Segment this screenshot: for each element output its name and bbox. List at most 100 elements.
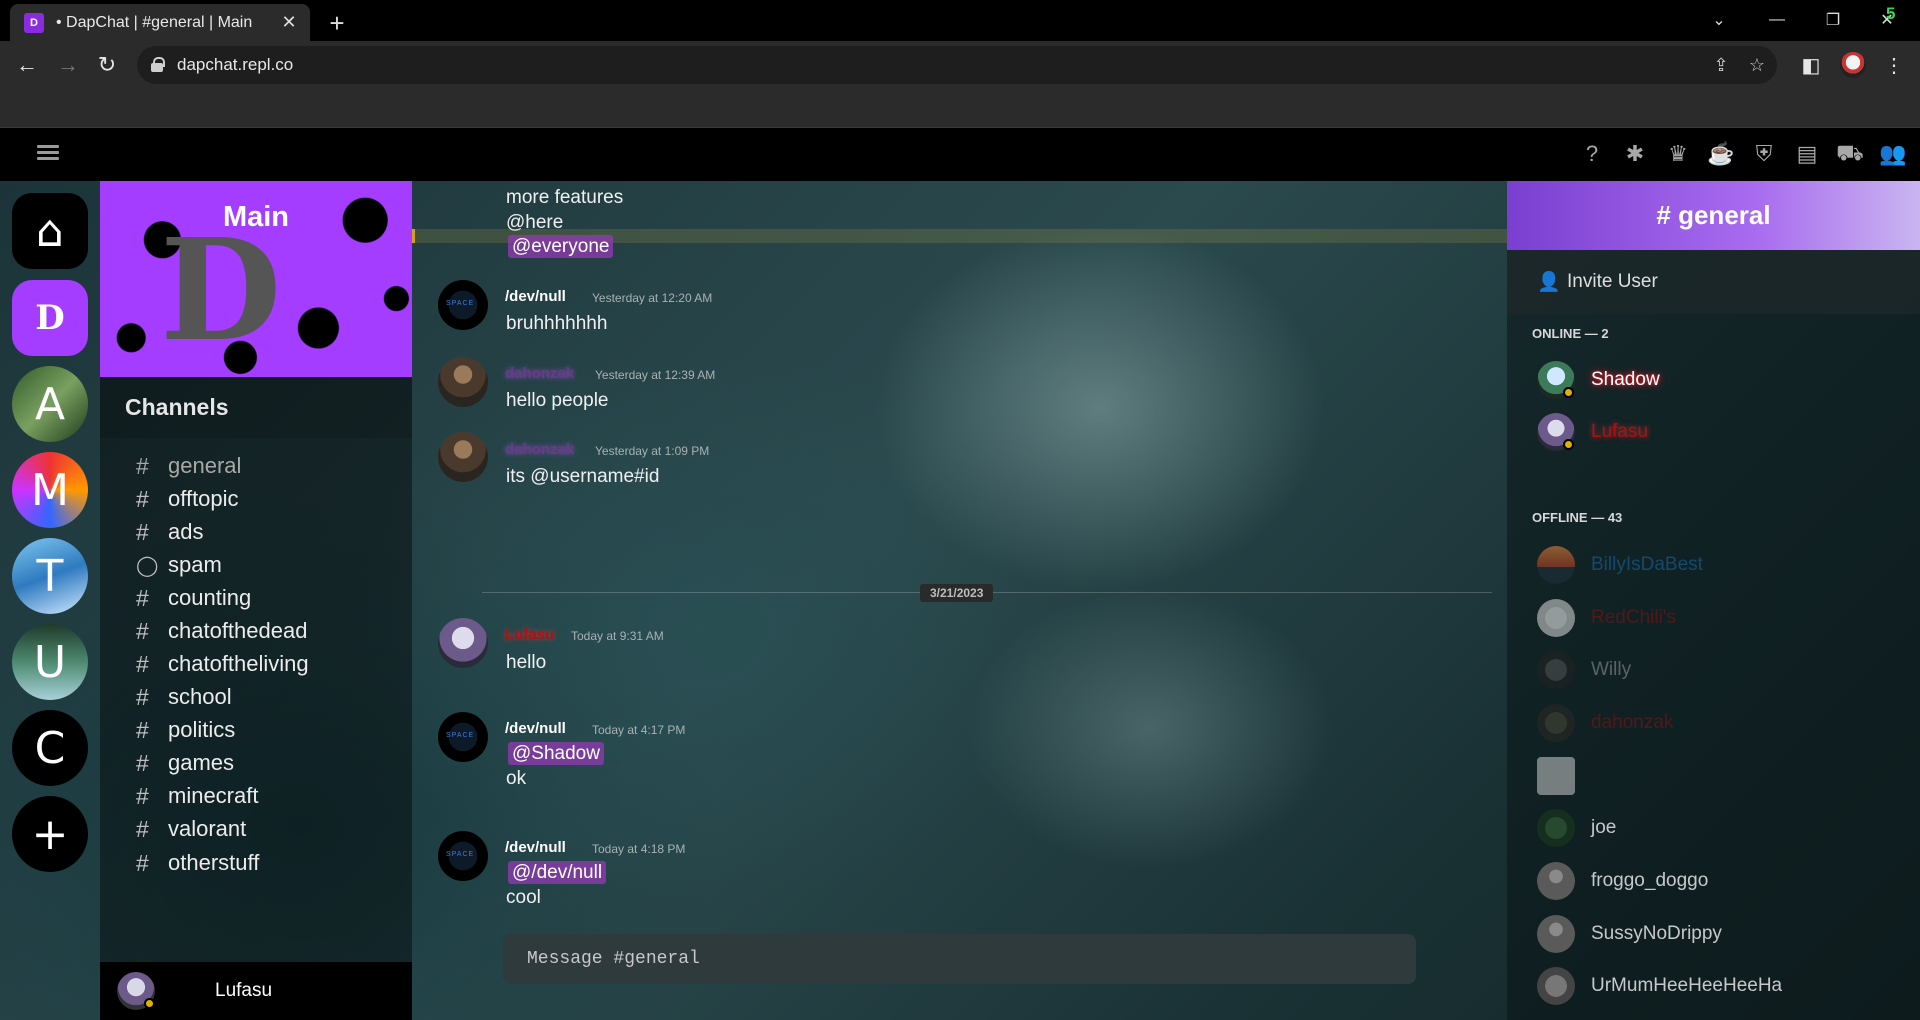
tab-search-icon[interactable]: ⌄ bbox=[1704, 6, 1734, 34]
back-icon[interactable]: ← bbox=[13, 51, 41, 79]
channel-school[interactable]: # school bbox=[136, 681, 232, 713]
server-a[interactable]: A bbox=[12, 366, 88, 442]
url-text[interactable]: dapchat.repl.co bbox=[177, 55, 293, 75]
trophy-icon[interactable]: ♛ bbox=[1665, 140, 1691, 168]
user-panel[interactable]: Lufasu bbox=[100, 962, 412, 1020]
server-u[interactable]: U bbox=[12, 624, 88, 700]
hash-icon: # bbox=[136, 452, 149, 479]
shield-icon[interactable]: ⛨ bbox=[1751, 140, 1777, 168]
hash-icon: # bbox=[136, 716, 149, 743]
server-main[interactable]: D bbox=[12, 280, 88, 356]
avatar[interactable] bbox=[438, 712, 488, 762]
server-name: Main bbox=[222, 201, 290, 233]
server-t[interactable]: T bbox=[12, 538, 88, 614]
minimize-icon[interactable]: — bbox=[1762, 6, 1792, 34]
hash-icon: # bbox=[136, 815, 149, 842]
avatar[interactable] bbox=[438, 618, 488, 668]
menu-icon[interactable] bbox=[37, 142, 59, 164]
message-text: ok bbox=[506, 768, 527, 789]
invite-user-button[interactable]: 👤 Invite User bbox=[1507, 250, 1920, 314]
add-server-button[interactable]: + bbox=[12, 796, 88, 872]
member-item[interactable]: dahonzak bbox=[1537, 703, 1673, 743]
channel-sidebar: D Main Channels # general # offtopic # ads … bbox=[100, 181, 412, 1020]
cart-icon[interactable]: ⛟ bbox=[1836, 140, 1864, 168]
message-author[interactable]: Lufasu bbox=[505, 626, 554, 643]
channel-offtopic[interactable]: # offtopic bbox=[136, 483, 239, 515]
channel-counting[interactable]: # counting bbox=[136, 582, 251, 614]
avatar[interactable] bbox=[438, 280, 488, 330]
message-author[interactable]: /dev/null bbox=[505, 839, 566, 856]
profile-avatar[interactable] bbox=[1840, 52, 1866, 78]
channel-spam[interactable]: ◯ spam bbox=[136, 549, 222, 581]
address-bar[interactable]: dapchat.repl.co ⇪ ☆ bbox=[137, 46, 1777, 84]
member-item[interactable]: Shadow bbox=[1537, 360, 1660, 400]
bug-icon[interactable]: ✱ bbox=[1622, 140, 1648, 168]
home-button[interactable]: ⌂ bbox=[12, 193, 88, 269]
avatar bbox=[1537, 862, 1575, 900]
forward-icon[interactable]: → bbox=[54, 51, 82, 79]
message-author[interactable]: dahonzak bbox=[505, 365, 574, 382]
member-item[interactable]: froggo_doggo bbox=[1537, 861, 1708, 901]
server-c[interactable]: C bbox=[12, 710, 88, 786]
mention-user[interactable]: @Shadow bbox=[508, 742, 604, 765]
side-panel-icon[interactable]: ◧ bbox=[1797, 51, 1825, 79]
message-author[interactable]: /dev/null bbox=[505, 288, 566, 305]
restore-icon[interactable]: ❐ bbox=[1818, 6, 1848, 34]
home-icon: ⌂ bbox=[36, 205, 64, 257]
avatar[interactable] bbox=[438, 357, 488, 407]
message-author[interactable]: dahonzak bbox=[505, 441, 574, 458]
member-item[interactable] bbox=[1537, 756, 1591, 796]
hash-icon: # bbox=[136, 849, 149, 876]
member-item[interactable]: RedChili's bbox=[1537, 598, 1676, 638]
new-tab-button[interactable]: + bbox=[322, 8, 352, 38]
help-icon[interactable]: ? bbox=[1579, 140, 1605, 168]
member-item[interactable]: Lufasu bbox=[1537, 412, 1648, 452]
avatar bbox=[1537, 651, 1575, 689]
member-item[interactable]: BillyIsDaBest bbox=[1537, 545, 1703, 585]
member-item[interactable]: UrMumHeeHeeHeeHa bbox=[1537, 966, 1782, 1006]
server-m[interactable]: M bbox=[12, 452, 88, 528]
bookmark-star-icon[interactable]: ☆ bbox=[1745, 53, 1769, 77]
add-user-icon: 👤 bbox=[1537, 272, 1561, 293]
avatar bbox=[1537, 413, 1575, 451]
reload-icon[interactable]: ↻ bbox=[93, 51, 121, 79]
hash-icon: # bbox=[136, 650, 149, 677]
channel-ads[interactable]: # ads bbox=[136, 516, 203, 548]
channel-valorant[interactable]: # valorant bbox=[136, 813, 246, 845]
message-text: bruhhhhhhh bbox=[506, 313, 608, 334]
avatar bbox=[1537, 546, 1575, 584]
browser-menu-icon[interactable]: ⋮ bbox=[1880, 51, 1908, 79]
member-item[interactable]: joe bbox=[1537, 808, 1616, 848]
message-composer[interactable] bbox=[503, 934, 1416, 984]
avatar[interactable] bbox=[438, 432, 488, 482]
mention-user[interactable]: @/dev/null bbox=[508, 861, 607, 884]
channel-games[interactable]: # games bbox=[136, 747, 234, 779]
member-item[interactable]: SussyNoDrippy bbox=[1537, 914, 1722, 954]
message-text: @everyone bbox=[508, 235, 614, 258]
message-input[interactable] bbox=[503, 934, 1416, 984]
status-indicator bbox=[144, 998, 155, 1009]
date-label: 3/21/2023 bbox=[920, 584, 994, 602]
avatar bbox=[1537, 809, 1575, 847]
browser-tab[interactable]: D • DapChat | #general | Main ✕ bbox=[10, 4, 310, 41]
tab-close-icon[interactable]: ✕ bbox=[278, 12, 300, 34]
channel-general[interactable]: # general bbox=[136, 450, 241, 482]
channel-chatofthedead[interactable]: # chatofthedead bbox=[136, 615, 307, 647]
avatar bbox=[1537, 361, 1575, 399]
message-author[interactable]: /dev/null bbox=[505, 720, 566, 737]
share-icon[interactable]: ⇪ bbox=[1709, 53, 1733, 77]
member-item[interactable]: Willy bbox=[1537, 650, 1631, 690]
channel-politics[interactable]: # politics bbox=[136, 714, 235, 746]
channel-chatoftheliving[interactable]: # chatoftheliving bbox=[136, 648, 309, 680]
lock-icon[interactable] bbox=[151, 57, 165, 72]
channel-otherstuff[interactable]: # otherstuff bbox=[136, 847, 259, 879]
briefcase-icon[interactable]: ▤ bbox=[1794, 140, 1820, 168]
server-logo: D bbox=[160, 209, 282, 373]
browser-tabbar: D • DapChat | #general | Main ✕ + ⌄ — ❐ … bbox=[0, 0, 1920, 41]
message-timestamp: Today at 9:31 AM bbox=[571, 629, 664, 643]
mention-everyone[interactable]: @everyone bbox=[508, 235, 614, 258]
coffee-icon[interactable]: ☕ bbox=[1707, 140, 1734, 168]
channel-minecraft[interactable]: # minecraft bbox=[136, 780, 258, 812]
friends-icon[interactable]: 👥 bbox=[1879, 140, 1906, 168]
avatar[interactable] bbox=[438, 831, 488, 881]
